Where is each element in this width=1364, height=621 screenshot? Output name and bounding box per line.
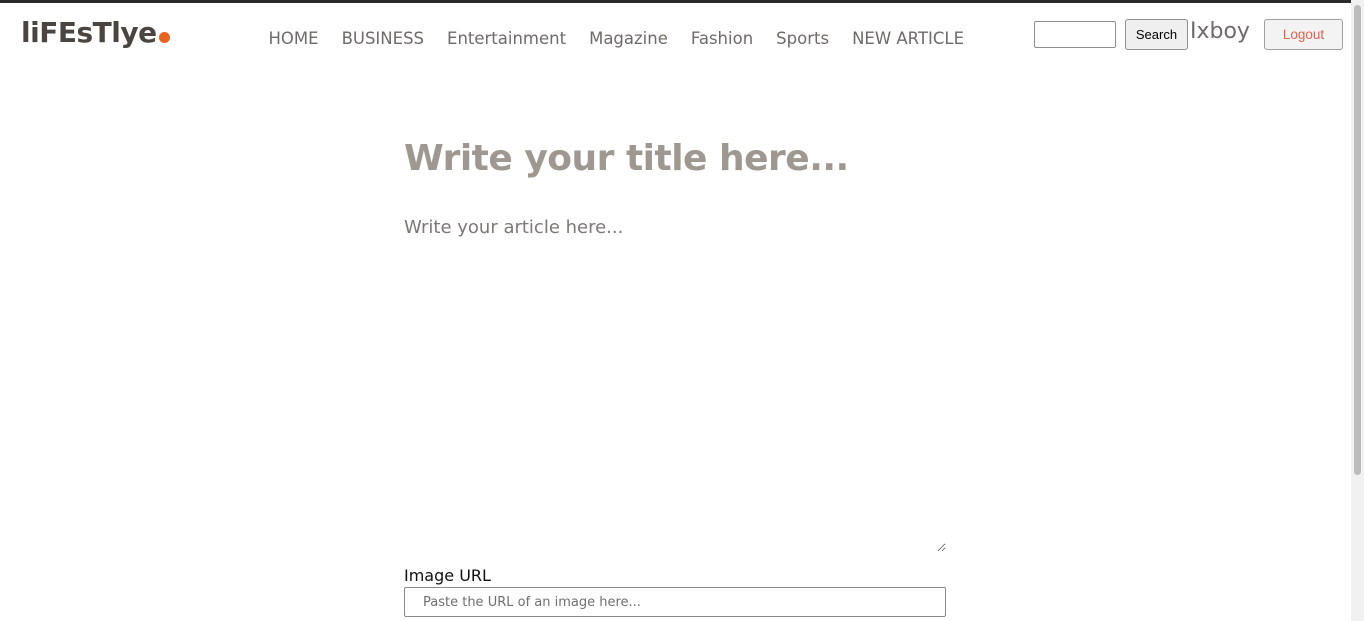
nav-item-home[interactable]: HOME [257,26,330,52]
page-scrollbar[interactable] [1351,0,1364,621]
nav-item-fashion[interactable]: Fashion [679,26,764,52]
search-button[interactable]: Search [1125,19,1188,50]
nav-item-magazine[interactable]: Magazine [578,26,680,52]
username: Ixboy [1190,19,1250,44]
nav-item-business[interactable]: BUSINESS [330,26,435,52]
search-input[interactable] [1034,21,1116,48]
scrollbar-thumb[interactable] [1354,5,1361,475]
logo-text: liFEsTlye [21,16,157,49]
nav-item-sports[interactable]: Sports [765,26,841,52]
nav-item-new-article[interactable]: NEW ARTICLE [841,26,976,52]
site-logo[interactable]: liFEsTlye [21,13,170,53]
image-url-label: Image URL [404,566,491,585]
logout-button[interactable]: Logout [1264,19,1343,50]
nav-item-entertainment[interactable]: Entertainment [436,26,578,52]
image-url-input[interactable] [404,587,946,617]
top-border [0,0,1364,3]
logo-dot-icon [158,32,170,43]
article-title-input[interactable] [404,128,946,188]
main-nav: HOME BUSINESS Entertainment Magazine Fas… [257,26,976,52]
article-body-textarea[interactable] [404,214,946,552]
